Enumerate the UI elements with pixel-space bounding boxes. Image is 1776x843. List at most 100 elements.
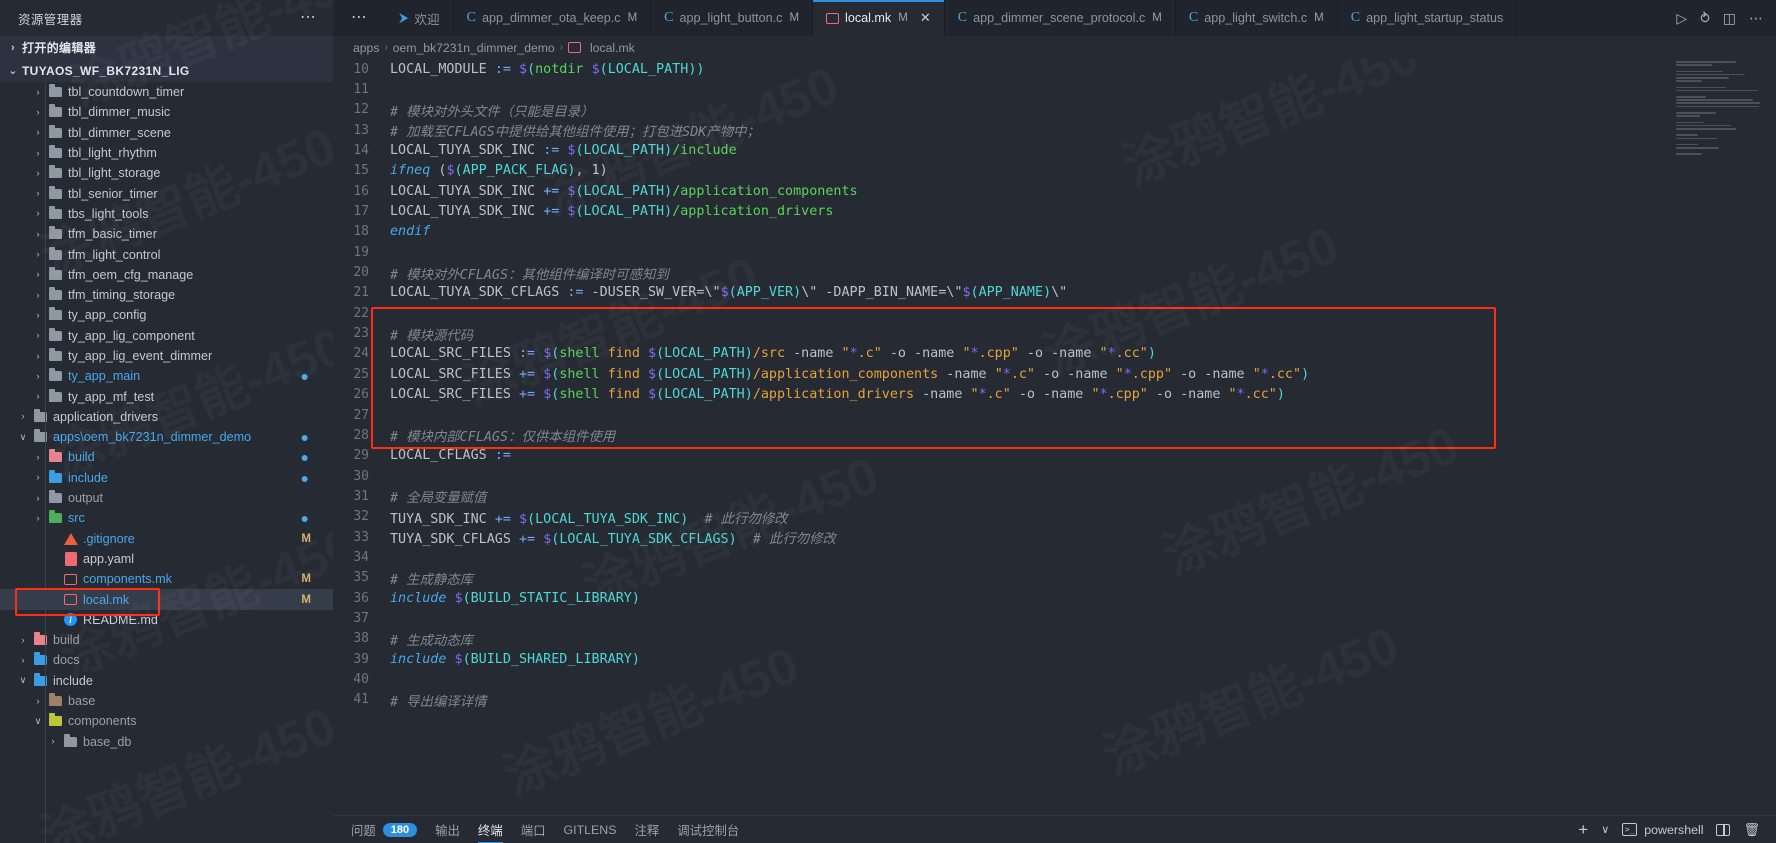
code-line[interactable]: 15 ifneq ($(APP_PACK_FLAG), 1): [333, 161, 1776, 181]
chevron-right-icon[interactable]: ›: [30, 513, 46, 524]
panel-tab---[interactable]: 端口: [521, 816, 546, 843]
panel-tab-gitlens[interactable]: GITLENS: [563, 816, 616, 843]
tree-item-.gitignore[interactable]: .gitignore M: [0, 529, 333, 549]
editor-tab-bar[interactable]: ⋯ ⮞ 欢迎 Capp_dimmer_ota_keep.c M Capp_light_b…: [333, 0, 1776, 36]
code-line[interactable]: 22: [333, 303, 1776, 323]
chevron-right-icon[interactable]: ›: [30, 229, 46, 240]
tree-item-ty_app_lig_component[interactable]: › ty_app_lig_component: [0, 326, 333, 346]
tree-item-readme.md[interactable]: i README.md: [0, 610, 333, 630]
code-line[interactable]: 32 TUYA_SDK_INC += $(LOCAL_TUYA_SDK_INC) …: [333, 507, 1776, 527]
code-line[interactable]: 23 # 模块源代码: [333, 323, 1776, 344]
chevron-right-icon[interactable]: ›: [30, 107, 46, 118]
chevron-right-icon[interactable]: ›: [30, 148, 46, 159]
close-icon[interactable]: ✕: [920, 10, 931, 26]
code-line[interactable]: 11: [333, 79, 1776, 99]
chevron-right-icon[interactable]: ›: [30, 188, 46, 199]
tree-item-tfm_basic_timer[interactable]: › tfm_basic_timer: [0, 224, 333, 244]
code-lines[interactable]: 10 LOCAL_MODULE := $(notdir $(LOCAL_PATH)…: [333, 59, 1776, 815]
tree-item-docs[interactable]: › docs: [0, 650, 333, 670]
chevron-right-icon[interactable]: ›: [15, 655, 31, 666]
tree-item-tbs_light_tools[interactable]: › tbs_light_tools: [0, 204, 333, 224]
code-editor[interactable]: 10 LOCAL_MODULE := $(notdir $(LOCAL_PATH)…: [333, 59, 1776, 815]
code-line[interactable]: 24 LOCAL_SRC_FILES := $(shell find $(LOCA…: [333, 344, 1776, 364]
tabbar-more-icon[interactable]: ⋯: [333, 0, 386, 36]
breadcrumb[interactable]: apps › oem_bk7231n_dimmer_demo › local.mk: [333, 36, 1776, 59]
terminal-shell-chip[interactable]: >_ powershell: [1622, 823, 1703, 837]
split-editor-icon[interactable]: ◫: [1723, 10, 1736, 27]
chevron-down-icon[interactable]: ∨: [30, 716, 46, 727]
breadcrumb-part[interactable]: oem_bk7231n_dimmer_demo: [393, 41, 555, 55]
code-line[interactable]: 13 # 加载至CFLAGS中提供给其他组件使用；打包进SDK产物中；: [333, 120, 1776, 141]
split-terminal-icon[interactable]: [1716, 823, 1731, 836]
panel-tab---[interactable]: 问题 180: [351, 816, 418, 843]
minimap[interactable]: [1676, 61, 1762, 191]
tree-item-tbl_dimmer_music[interactable]: › tbl_dimmer_music: [0, 102, 333, 122]
section-open-editors[interactable]: › 打开的编辑器: [0, 36, 333, 59]
panel-tab---[interactable]: 终端: [477, 816, 503, 843]
chevron-right-icon[interactable]: ›: [15, 411, 31, 422]
code-line[interactable]: 40: [333, 669, 1776, 689]
code-line[interactable]: 16 LOCAL_TUYA_SDK_INC += $(LOCAL_PATH)/ap…: [333, 181, 1776, 201]
chevron-right-icon[interactable]: ›: [30, 127, 46, 138]
chevron-right-icon[interactable]: ›: [30, 168, 46, 179]
code-line[interactable]: 37: [333, 608, 1776, 628]
editor-tab-app_light_button.c[interactable]: Capp_light_button.c M: [651, 0, 814, 36]
tree-item-components.mk[interactable]: components.mk M: [0, 569, 333, 589]
tree-item-include[interactable]: ∨ include: [0, 671, 333, 691]
tree-item-build[interactable]: › build: [0, 630, 333, 650]
tree-item-tbl_light_storage[interactable]: › tbl_light_storage: [0, 163, 333, 183]
code-line[interactable]: 30: [333, 466, 1776, 486]
section-workspace-folder[interactable]: ⌄ TUYAOS_WF_BK7231N_LIG: [0, 59, 333, 82]
code-line[interactable]: 29 LOCAL_CFLAGS :=: [333, 446, 1776, 466]
code-line[interactable]: 34: [333, 547, 1776, 567]
tree-item-components[interactable]: ∨ components: [0, 711, 333, 731]
panel-tabs[interactable]: 问题 180 输出 终端 端口 GITLENS 注释 调试控制台: [351, 816, 739, 843]
code-line[interactable]: 14 LOCAL_TUYA_SDK_INC := $(LOCAL_PATH)/in…: [333, 140, 1776, 160]
chevron-right-icon[interactable]: ›: [30, 452, 46, 463]
more-actions-icon[interactable]: ⋯: [1749, 10, 1763, 27]
panel-tab---[interactable]: 输出: [435, 816, 460, 843]
editor-tab-app_light_switch.c[interactable]: Capp_light_switch.c M: [1175, 0, 1338, 36]
code-line[interactable]: 33 TUYA_SDK_CFLAGS += $(LOCAL_TUYA_SDK_CF…: [333, 527, 1776, 548]
tree-item-tfm_oem_cfg_manage[interactable]: › tfm_oem_cfg_manage: [0, 265, 333, 285]
chevron-down-icon[interactable]: ∨: [15, 675, 31, 686]
code-line[interactable]: 19: [333, 242, 1776, 262]
editor-tab-local.mk[interactable]: local.mk M ✕: [813, 0, 945, 36]
tree-item-ty_app_config[interactable]: › ty_app_config: [0, 305, 333, 325]
editor-tab-app_light_startup_status[interactable]: Capp_light_startup_status: [1337, 0, 1518, 36]
breadcrumb-part[interactable]: local.mk: [590, 41, 635, 55]
code-line[interactable]: 25 LOCAL_SRC_FILES += $(shell find $(LOCA…: [333, 364, 1776, 384]
code-line[interactable]: 21 LOCAL_TUYA_SDK_CFLAGS := -DUSER_SW_VER…: [333, 283, 1776, 303]
code-line[interactable]: 20 # 模块对外CFLAGS：其他组件编译时可感知到: [333, 262, 1776, 283]
chevron-right-icon[interactable]: ›: [30, 249, 46, 260]
tree-item-app.yaml[interactable]: app.yaml: [0, 549, 333, 569]
tree-item-tfm_timing_storage[interactable]: › tfm_timing_storage: [0, 285, 333, 305]
code-line[interactable]: 35 # 生成静态库: [333, 568, 1776, 588]
chevron-right-icon[interactable]: ›: [30, 310, 46, 321]
chevron-right-icon[interactable]: ›: [30, 87, 46, 98]
panel-tab------[interactable]: 调试控制台: [677, 816, 739, 843]
code-line[interactable]: 26 LOCAL_SRC_FILES += $(shell find $(LOCA…: [333, 385, 1776, 405]
tree-item-tbl_dimmer_scene[interactable]: › tbl_dimmer_scene: [0, 123, 333, 143]
tree-item-include[interactable]: › include ●: [0, 468, 333, 488]
tree-item-build[interactable]: › build ●: [0, 447, 333, 467]
chevron-right-icon[interactable]: ›: [45, 736, 61, 747]
kill-terminal-icon[interactable]: 🗑: [1743, 822, 1760, 838]
code-line[interactable]: 10 LOCAL_MODULE := $(notdir $(LOCAL_PATH)…: [333, 59, 1776, 79]
tree-item-output[interactable]: › output: [0, 488, 333, 508]
debug-icon[interactable]: ⥁: [1700, 10, 1710, 27]
explorer-more-icon[interactable]: ⋯: [294, 10, 323, 26]
chevron-right-icon[interactable]: ›: [30, 269, 46, 280]
tree-item-ty_app_main[interactable]: › ty_app_main ●: [0, 366, 333, 386]
panel-tab---[interactable]: 注释: [635, 816, 660, 843]
run-icon[interactable]: ▷: [1676, 10, 1687, 27]
tree-item-local.mk[interactable]: local.mk M: [0, 589, 333, 610]
chevron-right-icon[interactable]: ›: [30, 351, 46, 362]
tree-item-tbl_senior_timer[interactable]: › tbl_senior_timer: [0, 183, 333, 203]
editor-tab---[interactable]: ⮞ 欢迎: [386, 0, 454, 36]
new-terminal-icon[interactable]: +: [1578, 821, 1588, 838]
code-line[interactable]: 36 include $(BUILD_STATIC_LIBRARY): [333, 588, 1776, 608]
tree-item-base[interactable]: › base: [0, 691, 333, 711]
code-line[interactable]: 41 # 导出编译详情: [333, 690, 1776, 710]
tree-item-application_drivers[interactable]: › application_drivers: [0, 407, 333, 427]
